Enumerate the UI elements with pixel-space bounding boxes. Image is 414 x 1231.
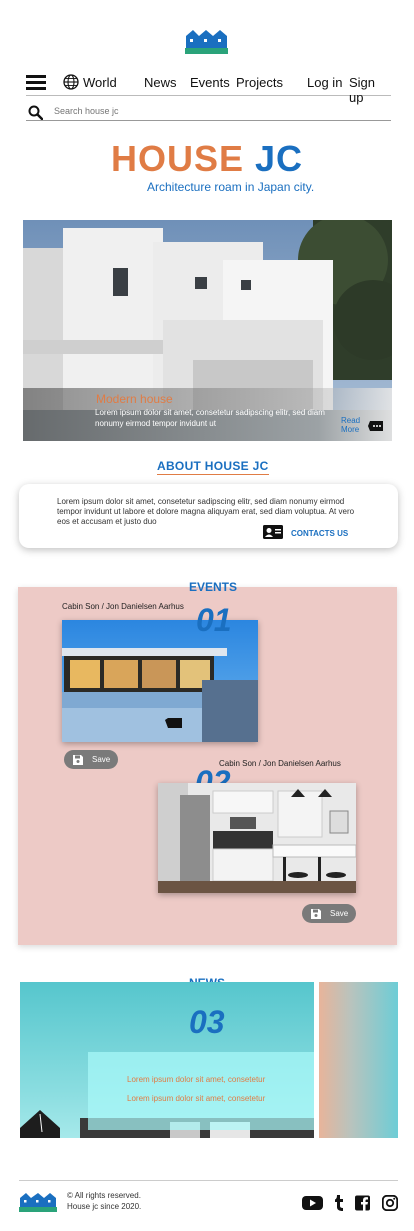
floppy-disk-icon [311, 909, 321, 919]
tumblr-icon[interactable] [333, 1195, 345, 1211]
about-card: Lorem ipsum dolor sit amet, consetetur s… [19, 484, 398, 548]
house-jc-logo[interactable] [19, 1191, 57, 1212]
facebook-icon[interactable] [355, 1195, 370, 1211]
read-more-line2: More [341, 425, 360, 434]
hamburger-icon[interactable] [26, 75, 46, 90]
brand-title: HOUSE JC [0, 138, 414, 180]
events-section: EVENTS Cabin Son / Jon Danielsen Aarhus … [18, 580, 397, 945]
save-button[interactable]: Save [302, 904, 356, 923]
hero-body: Lorem ipsum dolor sit amet, consetetur s… [95, 408, 325, 428]
copyright-text: © All rights reserved. [67, 1191, 141, 1200]
since-text: House jc since 2020. [67, 1202, 142, 1211]
read-more-link[interactable]: Read More [341, 416, 360, 434]
event-number: 01 [196, 602, 232, 638]
globe-icon[interactable] [63, 74, 79, 90]
event-caption: Cabin Son / Jon Danielsen Aarhus [62, 602, 184, 611]
news-number: 03 [189, 1004, 225, 1040]
nav-projects-link[interactable]: Projects [236, 75, 283, 90]
contact-card-icon [263, 525, 283, 539]
login-link[interactable]: Log in [307, 75, 342, 90]
save-label: Save [92, 755, 111, 764]
top-nav: World News Events Projects Log in Sign u… [26, 70, 391, 105]
event-caption: Cabin Son / Jon Danielsen Aarhus [219, 759, 341, 768]
nav-world-link[interactable]: World [83, 75, 117, 90]
search-bar [26, 103, 391, 121]
about-text: Lorem ipsum dolor sit amet, consetetur s… [57, 497, 355, 526]
event-image-2[interactable] [158, 783, 356, 893]
signup-link[interactable]: Sign up [349, 75, 391, 105]
save-label: Save [330, 909, 349, 918]
save-button[interactable]: Save [64, 750, 118, 769]
contact-us-label: CONTACTS US [291, 529, 349, 538]
footer-divider [19, 1180, 398, 1181]
footer-copyright: © All rights reserved. House jc since 20… [67, 1190, 141, 1212]
hero-card[interactable]: Modern house Lorem ipsum dolor sit amet,… [23, 220, 392, 441]
nav-news-link[interactable]: News [144, 75, 177, 90]
search-input[interactable] [54, 106, 374, 116]
instagram-icon[interactable] [382, 1195, 398, 1211]
contact-us-button[interactable]: CONTACTS US [263, 525, 363, 541]
brand-tagline: Architecture roam in Japan city. [147, 180, 315, 194]
chat-bubble-icon[interactable] [368, 420, 384, 432]
news-card-next[interactable] [319, 982, 398, 1138]
brand-title-jc: JC [255, 138, 304, 179]
floppy-disk-icon [73, 755, 83, 765]
news-line-1: Lorem ipsum dolor sit amet, consetetur [127, 1075, 266, 1084]
read-more-line1: Read [341, 416, 361, 425]
house-jc-logo[interactable] [185, 28, 228, 54]
search-icon[interactable] [28, 105, 43, 120]
brand-title-house: HOUSE [110, 138, 244, 179]
events-title: EVENTS [188, 580, 237, 594]
hero-title: Modern house [96, 392, 173, 406]
news-card[interactable]: 03 Lorem ipsum dolor sit amet, consetetu… [20, 982, 314, 1138]
about-title: ABOUT HOUSE JC [157, 459, 269, 475]
news-overlay [88, 1052, 314, 1130]
nav-events-link[interactable]: Events [190, 75, 230, 90]
event-photo-2 [158, 783, 356, 893]
youtube-icon[interactable] [302, 1195, 323, 1211]
news-line-2: Lorem ipsum dolor sit amet, consetetur [127, 1094, 266, 1103]
